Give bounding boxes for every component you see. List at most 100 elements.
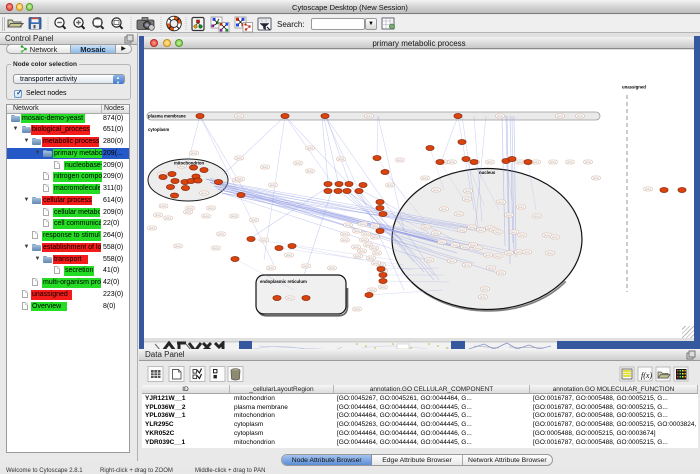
svg-text:(xxx): (xxx) [397, 158, 403, 162]
svg-text:(xxx): (xxx) [355, 254, 361, 258]
svg-text:(xxx): (xxx) [231, 214, 237, 218]
svg-text:(xxx): (xxx) [485, 253, 491, 257]
svg-text:(xxx): (xxx) [218, 232, 224, 236]
svg-text:(xxx): (xxx) [286, 253, 292, 257]
svg-text:(xxx): (xxx) [303, 264, 309, 268]
svg-text:(xxx): (xxx) [469, 225, 475, 229]
svg-text:(xxx): (xxx) [354, 307, 360, 311]
svg-text:nucleus: nucleus [479, 170, 496, 175]
svg-text:(xxx): (xxx) [371, 246, 377, 250]
svg-text:(xxx): (xxx) [524, 250, 530, 254]
svg-text:(xxx): (xxx) [373, 261, 379, 265]
svg-text:(xxx): (xxx) [498, 271, 504, 275]
svg-text:(xxx): (xxx) [433, 231, 439, 235]
svg-text:(xxx): (xxx) [155, 213, 161, 217]
svg-text:(xxx): (xxx) [517, 160, 523, 164]
svg-text:(xxx): (xxx) [342, 238, 348, 242]
svg-text:(xxx): (xxx) [236, 114, 242, 118]
svg-text:(xxx): (xxx) [449, 259, 455, 263]
svg-text:(xxx): (xxx) [251, 218, 257, 222]
svg-text:(xxx): (xxx) [506, 213, 512, 217]
svg-text:(xxx): (xxx) [452, 243, 458, 247]
svg-text:unassigned: unassigned [622, 85, 646, 90]
svg-text:(xxx): (xxx) [342, 232, 348, 236]
svg-text:(xxx): (xxx) [380, 285, 386, 289]
svg-text:(xxx): (xxx) [552, 235, 558, 239]
svg-text:(xxx): (xxx) [363, 232, 369, 236]
svg-text:(xxx): (xxx) [480, 295, 486, 299]
svg-text:(xxx): (xxx) [236, 156, 242, 160]
svg-text:(xxx): (xxx) [567, 160, 573, 164]
svg-text:(xxx): (xxx) [533, 160, 539, 164]
svg-text:(xxx): (xxx) [550, 160, 556, 164]
svg-text:(xxx): (xxx) [270, 183, 276, 187]
svg-text:(xxx): (xxx) [464, 263, 470, 267]
svg-text:(xxx): (xxx) [534, 214, 540, 218]
svg-text:(xxx): (xxx) [516, 250, 522, 254]
svg-text:(xxx): (xxx) [203, 214, 209, 218]
svg-text:(xxx): (xxx) [495, 230, 501, 234]
svg-text:(xxx): (xxx) [262, 165, 268, 169]
svg-text:mitochondrion: mitochondrion [174, 161, 204, 166]
svg-text:(xxx): (xxx) [462, 245, 468, 249]
svg-text:(xxx): (xxx) [422, 176, 428, 180]
svg-text:(xxx): (xxx) [175, 244, 181, 248]
svg-text:(xxx): (xxx) [368, 256, 374, 260]
svg-text:(xxx): (xxx) [359, 249, 365, 253]
svg-text:(xxx): (xxx) [345, 223, 351, 227]
svg-text:(xxx): (xxx) [441, 207, 447, 211]
svg-text:(xxx): (xxx) [449, 160, 455, 164]
svg-text:(xxx): (xxx) [191, 151, 197, 155]
svg-text:(xxx): (xxx) [295, 161, 301, 165]
svg-text:(xxx): (xxx) [487, 160, 493, 164]
svg-text:(xxx): (xxx) [488, 266, 494, 270]
svg-text:(xxx): (xxx) [187, 206, 193, 210]
svg-text:(xxx): (xxx) [593, 176, 599, 180]
svg-text:(xxx): (xxx) [547, 251, 553, 255]
svg-text:(xxx): (xxx) [645, 187, 651, 191]
svg-text:(xxx): (xxx) [478, 228, 484, 232]
svg-text:(xxx): (xxx) [185, 210, 191, 214]
svg-text:(xxx): (xxx) [423, 225, 429, 229]
svg-text:(xxx): (xxx) [213, 246, 219, 250]
svg-text:(xxx): (xxx) [287, 296, 293, 300]
svg-text:(xxx): (xxx) [557, 114, 563, 118]
svg-text:(xxx): (xxx) [366, 114, 372, 118]
svg-text:(xxx): (xxx) [374, 251, 380, 255]
svg-text:(xxx): (xxx) [459, 228, 465, 232]
svg-text:(xxx): (xxx) [338, 157, 344, 161]
svg-text:(xxx): (xxx) [307, 169, 313, 173]
svg-text:(xxx): (xxx) [237, 177, 243, 181]
svg-text:endoplasmic reticulum: endoplasmic reticulum [260, 279, 307, 284]
svg-text:(xxx): (xxx) [456, 212, 462, 216]
svg-text:f(x): f(x) [641, 371, 652, 380]
svg-text:(xxx): (xxx) [361, 238, 367, 242]
svg-text:(xxx): (xxx) [519, 233, 525, 237]
svg-text:(xxx): (xxx) [511, 230, 517, 234]
svg-text:cytoplasm: cytoplasm [148, 127, 169, 132]
svg-text:(xxx): (xxx) [495, 254, 501, 258]
svg-text:(xxx): (xxx) [482, 287, 488, 291]
svg-text:(xxx): (xxx) [498, 200, 504, 204]
svg-text:(xxx): (xxx) [372, 235, 378, 239]
svg-text:(xxx): (xxx) [329, 266, 335, 270]
svg-text:(xxx): (xxx) [426, 258, 432, 262]
svg-text:(xxx): (xxx) [497, 114, 503, 118]
svg-text:(xxx): (xxx) [307, 146, 313, 150]
svg-text:(xxx): (xxx) [585, 160, 591, 164]
svg-text:(xxx): (xxx) [268, 266, 274, 270]
svg-text:(xxx): (xxx) [433, 188, 439, 192]
svg-text:(xxx): (xxx) [354, 229, 360, 233]
svg-text:(xxx): (xxx) [387, 183, 393, 187]
svg-text:(xxx): (xxx) [261, 238, 267, 242]
svg-text:(xxx): (xxx) [465, 189, 471, 193]
svg-text:(xxx): (xxx) [372, 224, 378, 228]
svg-text:(xxx): (xxx) [518, 205, 524, 209]
svg-text:(xxx): (xxx) [506, 251, 512, 255]
svg-text:(xxx): (xxx) [360, 222, 366, 226]
svg-text:(xxx): (xxx) [464, 197, 470, 201]
svg-text:(xxx): (xxx) [439, 240, 445, 244]
svg-text:plasma membrane: plasma membrane [148, 114, 186, 119]
svg-text:(xxx): (xxx) [577, 114, 583, 118]
svg-text:(xxx): (xxx) [165, 216, 171, 220]
